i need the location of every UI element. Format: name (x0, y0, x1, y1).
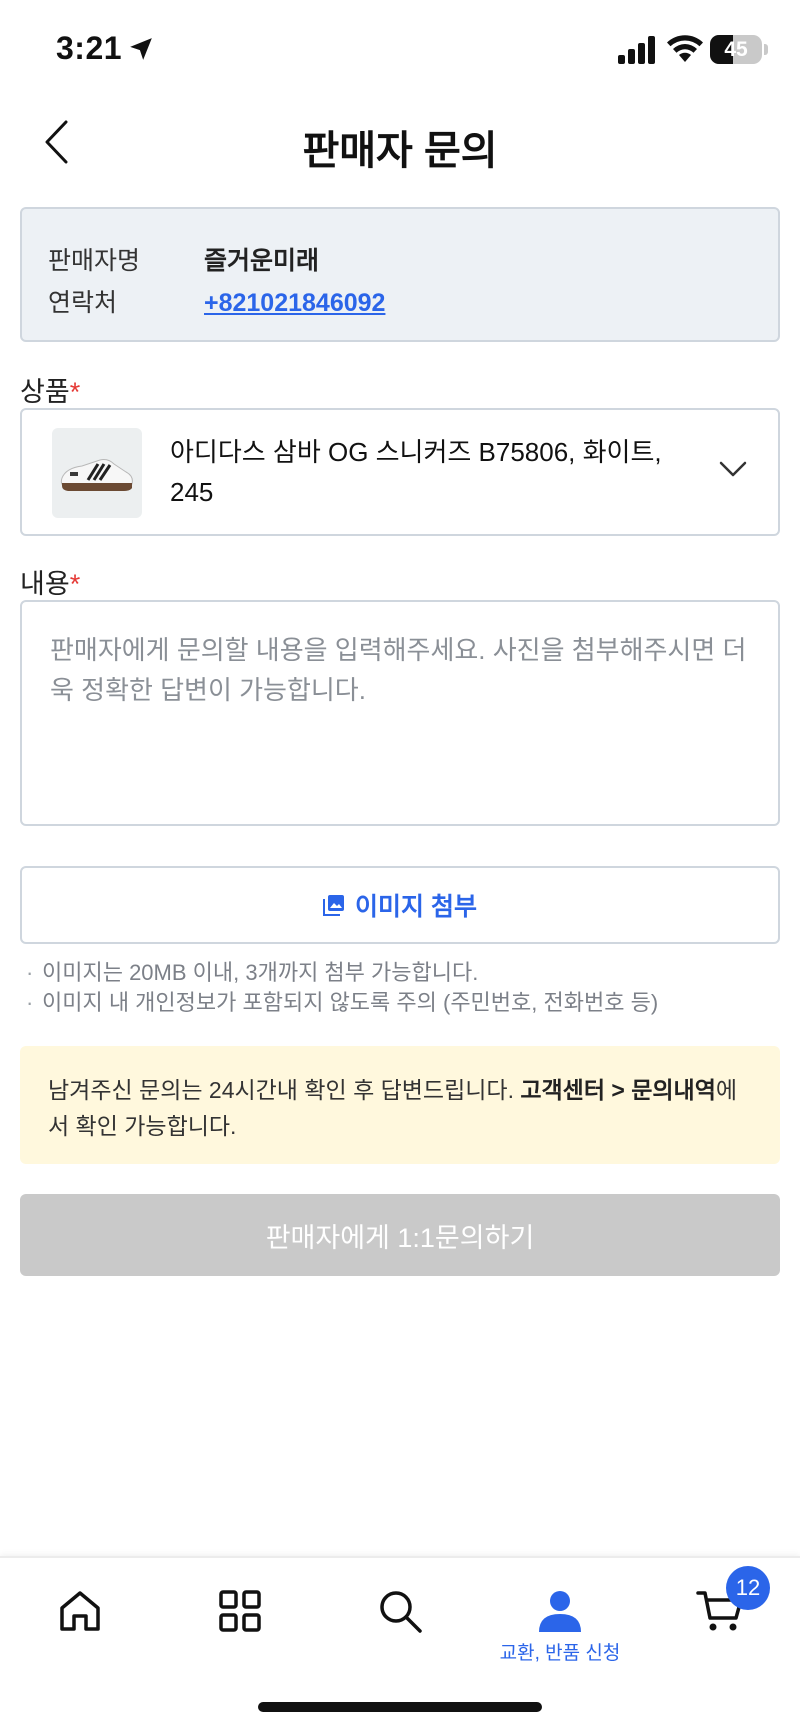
attach-notes: 이미지는 20MB 이내, 3개까지 첨부 가능합니다. 이미지 내 개인정보가… (26, 958, 658, 1018)
attach-note: 이미지 내 개인정보가 포함되지 않도록 주의 (주민번호, 전화번호 등) (26, 988, 658, 1018)
seller-contact-label: 연락처 (48, 289, 118, 317)
nav-my-page[interactable]: 교환, 반품 신청 (500, 1558, 620, 1678)
product-select[interactable]: 아디다스 삼바 OG 스니커즈 B75806, 화이트, 245 (20, 408, 780, 536)
battery-indicator: 45 (710, 35, 762, 64)
notice-box: 남겨주신 문의는 24시간내 확인 후 답변드립니다. 고객센터 > 문의내역에… (20, 1046, 780, 1164)
cart-count-badge: 12 (726, 1566, 770, 1610)
product-name: 아디다스 삼바 OG 스니커즈 B75806, 화이트, 245 (170, 437, 662, 507)
seller-info-box: 판매자명 즐거운미래 연락처 +821021846092 (20, 207, 780, 342)
battery-nub (764, 44, 768, 55)
product-label-text: 상품 (20, 377, 70, 407)
location-arrow-icon (130, 38, 152, 60)
notice-link-text: 고객센터 > 문의내역 (520, 1077, 716, 1103)
page: 3:21 45 판매자 문의 판매자명 즐거운미래 연락처 +821021846… (0, 0, 800, 1732)
content-label: 내용* (20, 562, 80, 601)
nav-search[interactable] (350, 1558, 450, 1678)
inquiry-content-input[interactable] (22, 602, 778, 824)
status-bar: 3:21 45 (0, 0, 800, 100)
seller-name-label: 판매자명 (48, 247, 141, 275)
nav-home[interactable] (30, 1558, 130, 1678)
attach-note: 이미지는 20MB 이내, 3개까지 첨부 가능합니다. (26, 958, 658, 988)
product-thumbnail (52, 428, 142, 518)
submit-inquiry-button[interactable]: 판매자에게 1:1문의하기 (20, 1194, 780, 1276)
required-mark: * (69, 569, 81, 599)
notice-text: 남겨주신 문의는 24시간내 확인 후 답변드립니다. (48, 1077, 521, 1103)
wifi-icon (667, 35, 703, 62)
page-title: 판매자 문의 (302, 129, 498, 173)
seller-name-value: 즐거운미래 (204, 247, 320, 275)
nav-categories[interactable] (190, 1558, 290, 1678)
attach-image-label: 이미지 첨부 (355, 893, 477, 921)
sneaker-image (60, 459, 133, 491)
seller-phone-link[interactable]: +821021846092 (204, 289, 385, 317)
seller-name-row: 판매자명 즐거운미래 (48, 241, 319, 277)
status-time: 3:21 (56, 30, 123, 66)
nav-label: 교환, 반품 신청 (499, 1643, 621, 1664)
user-icon (539, 1591, 581, 1632)
home-indicator (258, 1702, 542, 1712)
product-label: 상품* (20, 370, 80, 409)
cellular-signal-icon (618, 36, 655, 64)
content-box (20, 600, 780, 826)
home-icon (60, 1591, 100, 1631)
image-icon (323, 895, 345, 916)
content-label-text: 내용 (20, 569, 70, 599)
header: 판매자 문의 (0, 100, 800, 184)
chevron-down-icon (719, 461, 747, 477)
required-mark: * (69, 377, 81, 407)
battery-level-text: 45 (724, 38, 748, 61)
seller-contact-row: 연락처 +821021846092 (48, 283, 385, 319)
search-icon (380, 1591, 422, 1633)
grid-icon (219, 1590, 261, 1632)
attach-image-button[interactable]: 이미지 첨부 (20, 866, 780, 944)
